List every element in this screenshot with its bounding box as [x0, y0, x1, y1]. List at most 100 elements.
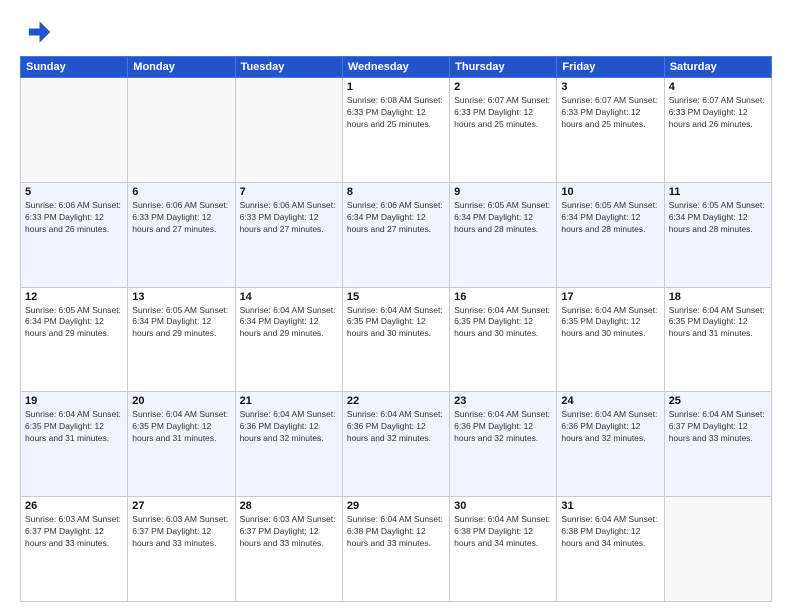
day-info: Sunrise: 6:04 AM Sunset: 6:38 PM Dayligh…: [561, 514, 659, 550]
calendar-cell: 19 Sunrise: 6:04 AM Sunset: 6:35 PM Dayli…: [21, 392, 128, 497]
calendar-cell: 9 Sunrise: 6:05 AM Sunset: 6:34 PM Daylig…: [450, 182, 557, 287]
calendar-cell: 5 Sunrise: 6:06 AM Sunset: 6:33 PM Daylig…: [21, 182, 128, 287]
day-number: 24: [561, 395, 659, 407]
day-info: Sunrise: 6:05 AM Sunset: 6:34 PM Dayligh…: [132, 305, 230, 341]
day-number: 9: [454, 186, 552, 198]
day-info: Sunrise: 6:03 AM Sunset: 6:37 PM Dayligh…: [132, 514, 230, 550]
day-info: Sunrise: 6:04 AM Sunset: 6:35 PM Dayligh…: [347, 305, 445, 341]
day-info: Sunrise: 6:06 AM Sunset: 6:33 PM Dayligh…: [240, 200, 338, 236]
calendar-cell: 30Sunrise: 6:04 AM Sunset: 6:38 PM Dayli…: [450, 497, 557, 602]
day-number: 17: [561, 291, 659, 303]
calendar-cell: 21 Sunrise: 6:04 AM Sunset: 6:36 PM Dayli…: [235, 392, 342, 497]
calendar-header-sunday: Sunday: [21, 57, 128, 78]
day-number: 29: [347, 500, 445, 512]
day-info: Sunrise: 6:04 AM Sunset: 6:36 PM Dayligh…: [561, 409, 659, 445]
calendar-cell: 7Sunrise: 6:06 AM Sunset: 6:33 PM Daylig…: [235, 182, 342, 287]
day-number: 4: [669, 81, 767, 93]
logo-icon: [20, 16, 52, 48]
calendar-header-monday: Monday: [128, 57, 235, 78]
calendar-cell: 4Sunrise: 6:07 AM Sunset: 6:33 PM Daylig…: [664, 78, 771, 183]
day-number: 1: [347, 81, 445, 93]
calendar-cell: [21, 78, 128, 183]
calendar-cell: 11 Sunrise: 6:05 AM Sunset: 6:34 PM Dayli…: [664, 182, 771, 287]
calendar-cell: 13 Sunrise: 6:05 AM Sunset: 6:34 PM Dayli…: [128, 287, 235, 392]
day-number: 2: [454, 81, 552, 93]
calendar-cell: 3 Sunrise: 6:07 AM Sunset: 6:33 PM Daylig…: [557, 78, 664, 183]
calendar-cell: [664, 497, 771, 602]
day-info: Sunrise: 6:08 AM Sunset: 6:33 PM Dayligh…: [347, 95, 445, 131]
calendar-week-row: 5 Sunrise: 6:06 AM Sunset: 6:33 PM Daylig…: [21, 182, 772, 287]
calendar-cell: 18 Sunrise: 6:04 AM Sunset: 6:35 PM Dayli…: [664, 287, 771, 392]
calendar-week-row: 19 Sunrise: 6:04 AM Sunset: 6:35 PM Dayli…: [21, 392, 772, 497]
day-number: 23: [454, 395, 552, 407]
day-info: Sunrise: 6:04 AM Sunset: 6:35 PM Dayligh…: [561, 305, 659, 341]
calendar-cell: [235, 78, 342, 183]
calendar-cell: 29Sunrise: 6:04 AM Sunset: 6:38 PM Dayli…: [342, 497, 449, 602]
day-number: 30: [454, 500, 552, 512]
day-number: 10: [561, 186, 659, 198]
day-number: 8: [347, 186, 445, 198]
calendar-cell: 17 Sunrise: 6:04 AM Sunset: 6:35 PM Dayli…: [557, 287, 664, 392]
day-info: Sunrise: 6:04 AM Sunset: 6:34 PM Dayligh…: [240, 305, 338, 341]
page: SundayMondayTuesdayWednesdayThursdayFrid…: [0, 0, 792, 612]
calendar-cell: 26Sunrise: 6:03 AM Sunset: 6:37 PM Dayli…: [21, 497, 128, 602]
calendar-cell: 8 Sunrise: 6:06 AM Sunset: 6:34 PM Daylig…: [342, 182, 449, 287]
day-info: Sunrise: 6:05 AM Sunset: 6:34 PM Dayligh…: [669, 200, 767, 236]
day-info: Sunrise: 6:07 AM Sunset: 6:33 PM Dayligh…: [561, 95, 659, 131]
day-info: Sunrise: 6:07 AM Sunset: 6:33 PM Dayligh…: [454, 95, 552, 131]
day-info: Sunrise: 6:06 AM Sunset: 6:34 PM Dayligh…: [347, 200, 445, 236]
calendar-header-tuesday: Tuesday: [235, 57, 342, 78]
calendar-cell: 16 Sunrise: 6:04 AM Sunset: 6:35 PM Dayli…: [450, 287, 557, 392]
day-info: Sunrise: 6:04 AM Sunset: 6:35 PM Dayligh…: [669, 305, 767, 341]
day-number: 16: [454, 291, 552, 303]
day-info: Sunrise: 6:04 AM Sunset: 6:35 PM Dayligh…: [454, 305, 552, 341]
calendar-header-friday: Friday: [557, 57, 664, 78]
calendar-cell: 22Sunrise: 6:04 AM Sunset: 6:36 PM Dayli…: [342, 392, 449, 497]
day-info: Sunrise: 6:03 AM Sunset: 6:37 PM Dayligh…: [240, 514, 338, 550]
day-info: Sunrise: 6:05 AM Sunset: 6:34 PM Dayligh…: [561, 200, 659, 236]
day-number: 28: [240, 500, 338, 512]
calendar-cell: [128, 78, 235, 183]
calendar-cell: 1 Sunrise: 6:08 AM Sunset: 6:33 PM Daylig…: [342, 78, 449, 183]
calendar-header-saturday: Saturday: [664, 57, 771, 78]
day-info: Sunrise: 6:04 AM Sunset: 6:36 PM Dayligh…: [454, 409, 552, 445]
calendar-cell: 24 Sunrise: 6:04 AM Sunset: 6:36 PM Dayli…: [557, 392, 664, 497]
day-number: 13: [132, 291, 230, 303]
day-number: 5: [25, 186, 123, 198]
day-info: Sunrise: 6:05 AM Sunset: 6:34 PM Dayligh…: [25, 305, 123, 341]
calendar-week-row: 12Sunrise: 6:05 AM Sunset: 6:34 PM Dayli…: [21, 287, 772, 392]
day-info: Sunrise: 6:04 AM Sunset: 6:35 PM Dayligh…: [25, 409, 123, 445]
calendar-week-row: 1 Sunrise: 6:08 AM Sunset: 6:33 PM Daylig…: [21, 78, 772, 183]
day-info: Sunrise: 6:04 AM Sunset: 6:36 PM Dayligh…: [240, 409, 338, 445]
calendar-cell: 23 Sunrise: 6:04 AM Sunset: 6:36 PM Dayli…: [450, 392, 557, 497]
calendar-table: SundayMondayTuesdayWednesdayThursdayFrid…: [20, 56, 772, 602]
logo: [20, 16, 56, 48]
calendar-cell: 25 Sunrise: 6:04 AM Sunset: 6:37 PM Dayli…: [664, 392, 771, 497]
day-number: 15: [347, 291, 445, 303]
day-number: 31: [561, 500, 659, 512]
day-info: Sunrise: 6:04 AM Sunset: 6:36 PM Dayligh…: [347, 409, 445, 445]
day-number: 11: [669, 186, 767, 198]
calendar-week-row: 26 Sunrise: 6:03 AM Sunset: 6:37 PM Dayli…: [21, 497, 772, 602]
day-number: 6: [132, 186, 230, 198]
calendar-header-row: SundayMondayTuesdayWednesdayThursdayFrid…: [21, 57, 772, 78]
day-number: 19: [25, 395, 123, 407]
day-number: 18: [669, 291, 767, 303]
calendar-cell: 10 Sunrise: 6:05 AM Sunset: 6:34 PM Dayli…: [557, 182, 664, 287]
calendar-cell: 2 Sunrise: 6:07 AM Sunset: 6:33 PM Daylig…: [450, 78, 557, 183]
calendar-cell: 27 Sunrise: 6:03 AM Sunset: 6:37 PM Dayli…: [128, 497, 235, 602]
day-number: 27: [132, 500, 230, 512]
calendar-header-thursday: Thursday: [450, 57, 557, 78]
day-number: 25: [669, 395, 767, 407]
day-number: 21: [240, 395, 338, 407]
day-info: Sunrise: 6:06 AM Sunset: 6:33 PM Dayligh…: [25, 200, 123, 236]
day-number: 3: [561, 81, 659, 93]
calendar-cell: 15 Sunrise: 6:04 AM Sunset: 6:35 PM Dayli…: [342, 287, 449, 392]
day-info: Sunrise: 6:04 AM Sunset: 6:37 PM Dayligh…: [669, 409, 767, 445]
calendar-cell: 12Sunrise: 6:05 AM Sunset: 6:34 PM Dayli…: [21, 287, 128, 392]
header: [20, 16, 772, 48]
day-number: 14: [240, 291, 338, 303]
day-number: 26: [25, 500, 123, 512]
day-info: Sunrise: 6:05 AM Sunset: 6:34 PM Dayligh…: [454, 200, 552, 236]
calendar-header-wednesday: Wednesday: [342, 57, 449, 78]
